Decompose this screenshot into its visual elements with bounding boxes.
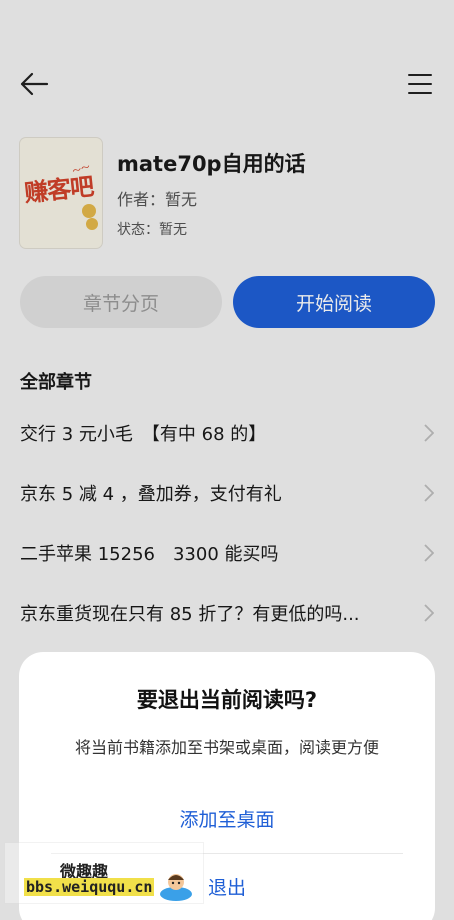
mascot-icon [160, 874, 192, 901]
watermark: 微趣趣 bbs.weiququ.cn [4, 842, 204, 904]
dialog-message: 将当前书籍添加至书架或桌面，阅读更方便 [74, 738, 379, 757]
add-to-desktop-button[interactable]: 添加至桌面 [19, 800, 435, 840]
dialog-title: 要退出当前阅读吗? [136, 688, 318, 712]
watermark-url: bbs.weiququ.cn [24, 878, 155, 896]
